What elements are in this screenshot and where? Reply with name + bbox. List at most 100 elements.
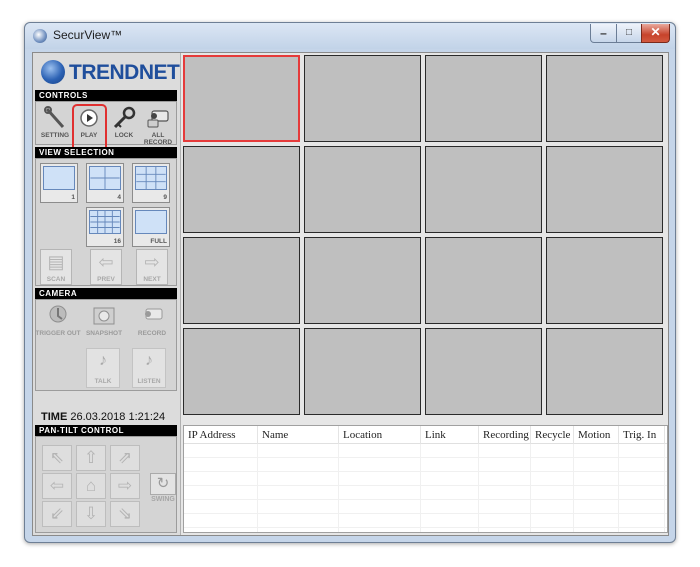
layout-full-label: FULL <box>150 238 167 245</box>
trigger-out-button[interactable]: TRIGGER OUT <box>35 302 81 342</box>
pan-tilt-section: ⇖ ⇧ ⇗ ⇦ ⌂ ⇨ ⇙ ⇩ ⇘ ↻ SWING <box>35 436 177 533</box>
trendnet-logo-mark-icon <box>41 60 65 84</box>
time-display: TIME 26.03.2018 1:21:24 <box>41 411 165 423</box>
minimize-icon: – <box>600 26 607 40</box>
video-cell-5[interactable] <box>183 146 300 233</box>
column-header-location[interactable]: Location <box>339 426 421 444</box>
snapshot-label: SNAPSHOT <box>85 330 123 337</box>
tilt-up-button[interactable]: ⇧ <box>76 445 106 471</box>
swing-icon: ↻ <box>150 473 176 495</box>
table-row <box>184 458 667 472</box>
record-label: RECORD <box>137 330 167 337</box>
setting-button[interactable]: SETTING <box>39 104 71 144</box>
listen-button[interactable]: ♪ LISTEN <box>132 348 166 388</box>
pan-up-right-button[interactable]: ⇗ <box>110 445 140 471</box>
client-area: TRENDNET CONTROLS SETTING PLAY LOCK ALL … <box>32 52 669 536</box>
table-row <box>184 472 667 486</box>
close-icon: ✕ <box>650 25 661 39</box>
pan-right-button[interactable]: ⇨ <box>110 473 140 499</box>
video-cell-15[interactable] <box>425 328 542 415</box>
pan-left-button[interactable]: ⇦ <box>42 473 72 499</box>
app-window: SecurView™ – □ ✕ TRENDNET CONTROLS SETTI… <box>24 22 676 543</box>
table-header: IP Address Name Location Link Recording Recyc… <box>184 426 667 444</box>
sixteen-view-icon <box>89 210 121 234</box>
column-header-trig-in[interactable]: Trig. In <box>619 426 665 444</box>
close-button[interactable]: ✕ <box>641 24 670 43</box>
talk-button[interactable]: ♪ TALK <box>86 348 120 388</box>
prev-arrow-icon: ⇦ <box>98 252 114 272</box>
swing-button[interactable]: ↻ SWING <box>148 473 178 507</box>
video-cell-12[interactable] <box>546 237 663 324</box>
column-header-ip-address[interactable]: IP Address <box>184 426 258 444</box>
next-arrow-icon: ⇨ <box>144 252 160 272</box>
single-view-icon <box>43 166 75 190</box>
talk-icon: ♪ <box>99 352 107 369</box>
video-cell-8[interactable] <box>546 146 663 233</box>
camera-list-table[interactable]: IP Address Name Location Link Recording Recyc… <box>183 425 668 533</box>
layout-4-button[interactable]: 4 <box>86 163 124 203</box>
layout-16-button[interactable]: 16 <box>86 207 124 247</box>
column-header-link[interactable]: Link <box>421 426 479 444</box>
column-header-name[interactable]: Name <box>258 426 339 444</box>
layout-full-button[interactable]: FULL <box>132 207 170 247</box>
next-label: NEXT <box>143 276 161 283</box>
key-icon <box>113 106 136 129</box>
scan-label: SCAN <box>46 276 66 283</box>
time-value: 26.03.2018 1:21:24 <box>70 411 166 423</box>
layout-1-button[interactable]: 1 <box>40 163 78 203</box>
pan-up-left-button[interactable]: ⇖ <box>42 445 72 471</box>
all-record-label: ALL RECORD <box>143 132 173 146</box>
video-cell-16[interactable] <box>546 328 663 415</box>
time-label: TIME <box>41 411 68 423</box>
trigger-icon <box>49 305 67 323</box>
wrench-icon <box>44 106 65 128</box>
control-panel: TRENDNET CONTROLS SETTING PLAY LOCK ALL … <box>33 53 181 535</box>
video-cell-1[interactable] <box>183 55 300 142</box>
home-button[interactable]: ⌂ <box>76 473 106 499</box>
video-cell-3[interactable] <box>425 55 542 142</box>
table-row <box>184 500 667 514</box>
trigger-out-label: TRIGGER OUT <box>35 330 81 337</box>
pan-down-right-button[interactable]: ⇘ <box>110 501 140 527</box>
video-cell-7[interactable] <box>425 146 542 233</box>
scan-button[interactable]: ▤ SCAN <box>40 249 72 285</box>
video-cell-13[interactable] <box>183 328 300 415</box>
quad-view-icon <box>89 166 121 190</box>
video-cell-11[interactable] <box>425 237 542 324</box>
record-button[interactable]: RECORD <box>132 302 172 342</box>
tilt-down-button[interactable]: ⇩ <box>76 501 106 527</box>
next-button[interactable]: ⇨ NEXT <box>136 249 168 285</box>
layout-9-button[interactable]: 9 <box>132 163 170 203</box>
window-title: SecurView™ <box>53 28 123 42</box>
column-header-recording[interactable]: Recording <box>479 426 531 444</box>
table-row <box>184 444 667 458</box>
video-cell-14[interactable] <box>304 328 421 415</box>
logo-text: TRENDNET <box>69 61 180 84</box>
prev-label: PREV <box>97 276 115 283</box>
listen-label: LISTEN <box>137 378 161 385</box>
pan-down-left-button[interactable]: ⇙ <box>42 501 72 527</box>
lock-button[interactable]: LOCK <box>108 104 140 144</box>
column-header-recycle[interactable]: Recycle <box>531 426 574 444</box>
table-row <box>184 514 667 528</box>
nine-view-icon <box>135 166 167 190</box>
video-cell-2[interactable] <box>304 55 421 142</box>
table-row <box>184 486 667 500</box>
video-grid <box>183 55 668 421</box>
all-record-button[interactable]: ALL RECORD <box>142 104 174 146</box>
video-cell-9[interactable] <box>183 237 300 324</box>
video-cell-10[interactable] <box>304 237 421 324</box>
snapshot-button[interactable]: SNAPSHOT <box>84 302 124 342</box>
layout-1-label: 1 <box>71 194 75 201</box>
title-bar[interactable]: SecurView™ – □ ✕ <box>25 23 675 49</box>
app-icon <box>33 29 47 43</box>
prev-button[interactable]: ⇦ PREV <box>90 249 122 285</box>
maximize-button[interactable]: □ <box>616 24 642 43</box>
minimize-button[interactable]: – <box>590 24 617 43</box>
video-cell-4[interactable] <box>546 55 663 142</box>
view-selection-header: VIEW SELECTION <box>35 147 177 158</box>
layout-4-label: 4 <box>117 194 121 201</box>
column-header-motion[interactable]: Motion <box>574 426 619 444</box>
video-cell-6[interactable] <box>304 146 421 233</box>
talk-label: TALK <box>94 378 112 385</box>
